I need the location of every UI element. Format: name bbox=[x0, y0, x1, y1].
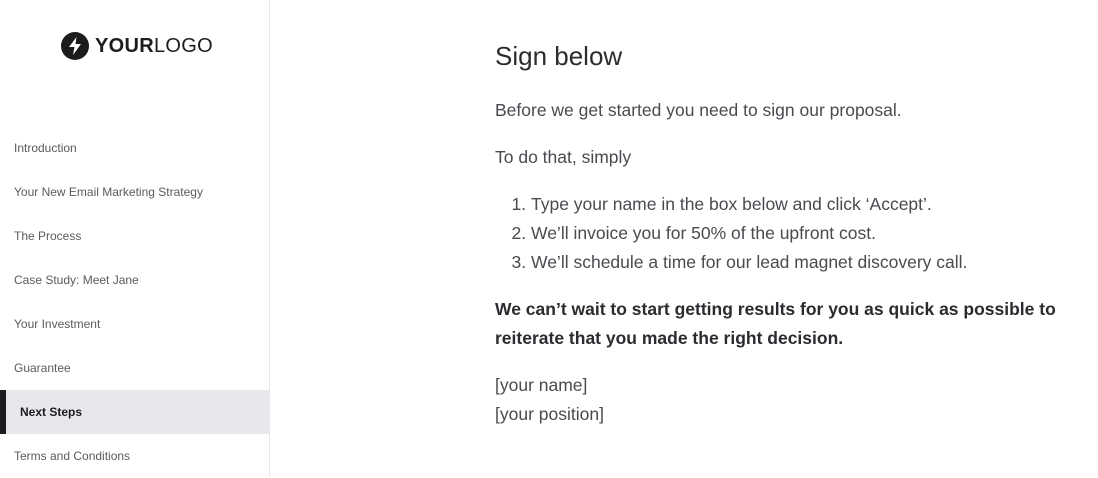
sidebar-nav: Introduction Your New Email Marketing St… bbox=[0, 126, 270, 478]
page-title: Sign below bbox=[495, 41, 623, 71]
sidebar-item-label: Case Study: Meet Jane bbox=[14, 273, 139, 287]
sidebar-item-the-process[interactable]: The Process bbox=[0, 214, 270, 258]
sidebar-item-next-steps[interactable]: Next Steps bbox=[0, 390, 270, 434]
sidebar-item-label: Next Steps bbox=[20, 405, 83, 419]
sidebar-item-label: Your Investment bbox=[14, 317, 101, 331]
main-content: Sign below Before we get started you nee… bbox=[495, 38, 1085, 429]
step-item: Type your name in the box below and clic… bbox=[531, 190, 1085, 219]
sidebar-item-guarantee[interactable]: Guarantee bbox=[0, 346, 270, 390]
sidebar-item-label: Introduction bbox=[14, 141, 77, 155]
closing-text: We can’t wait to start getting results f… bbox=[495, 299, 1056, 348]
lightning-bolt-icon bbox=[61, 32, 89, 60]
logo-text: YOURLOGO bbox=[95, 35, 213, 58]
signature-name[interactable]: [your name] bbox=[495, 371, 1085, 400]
step-item: We’ll schedule a time for our lead magne… bbox=[531, 248, 1085, 277]
sidebar-item-your-investment[interactable]: Your Investment bbox=[0, 302, 270, 346]
step-item: We’ll invoice you for 50% of the upfront… bbox=[531, 219, 1085, 248]
intro-text: Before we get started you need to sign o… bbox=[495, 100, 902, 120]
sidebar-item-label: Terms and Conditions bbox=[14, 449, 131, 463]
sidebar-item-introduction[interactable]: Introduction bbox=[0, 126, 270, 170]
logo[interactable]: YOURLOGO bbox=[61, 32, 213, 60]
logo-text-light: LOGO bbox=[153, 34, 213, 57]
lead-text: To do that, simply bbox=[495, 147, 632, 167]
signature-block: [your name] [your position] bbox=[495, 371, 1085, 429]
sidebar-item-label: Guarantee bbox=[14, 361, 71, 375]
sidebar-item-case-study[interactable]: Case Study: Meet Jane bbox=[0, 258, 270, 302]
signature-position[interactable]: [your position] bbox=[495, 400, 1085, 429]
sidebar-item-terms-and-conditions[interactable]: Terms and Conditions bbox=[0, 434, 270, 478]
sidebar: YOURLOGO Introduction Your New Email Mar… bbox=[0, 0, 270, 477]
logo-text-bold: YOUR bbox=[95, 34, 154, 57]
sidebar-item-label: The Process bbox=[14, 229, 82, 243]
steps-list: Type your name in the box below and clic… bbox=[495, 190, 1085, 277]
sidebar-item-email-marketing-strategy[interactable]: Your New Email Marketing Strategy bbox=[0, 170, 270, 214]
sidebar-item-label: Your New Email Marketing Strategy bbox=[14, 185, 203, 199]
